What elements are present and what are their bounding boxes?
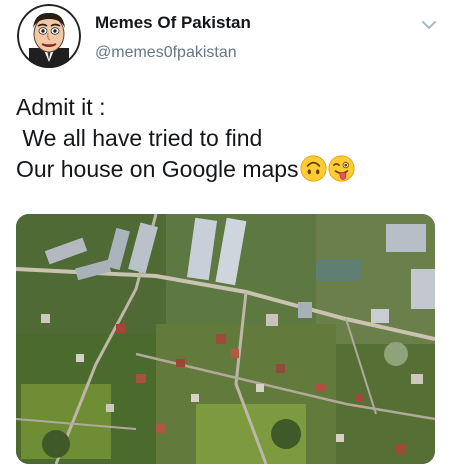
author-name[interactable]: Memes Of Pakistan [95,13,251,33]
tweet-text-line-3: Our house on Google maps [16,156,299,182]
author-handle[interactable]: @memes0fpakistan [95,44,237,62]
winking-face-with-tongue-icon [327,155,355,182]
tweet-media-aerial-map[interactable] [16,214,435,464]
tweet-text-line-1: Admit it : [16,94,106,120]
tweet-text: Admit it : We all have tried to find Our… [16,92,436,185]
tweet-text-line-2: We all have tried to find [16,125,263,151]
avatar[interactable] [17,4,81,68]
avatar-image [17,4,81,68]
upside-down-face-icon [299,155,327,182]
chevron-down-icon[interactable] [419,18,439,32]
